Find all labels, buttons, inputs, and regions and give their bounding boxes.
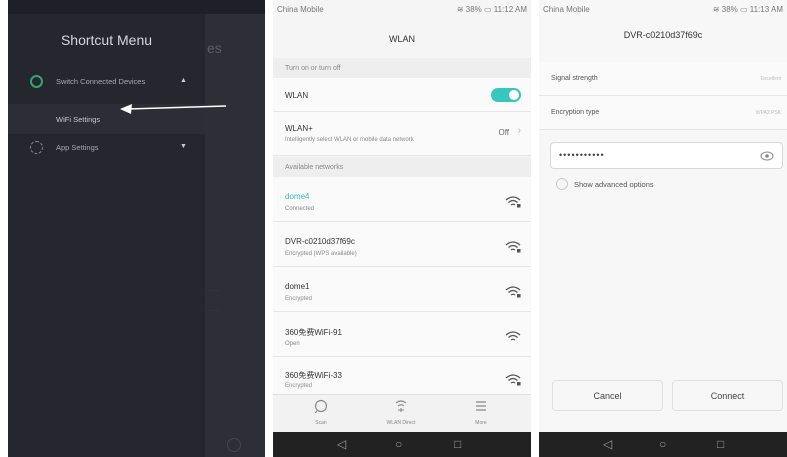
wlan-plus-row[interactable]: WLAN+ Intelligently select WLAN or mobil… xyxy=(273,112,531,156)
network-name: dome4 xyxy=(285,192,310,201)
network-status: Encrypted xyxy=(285,383,313,389)
scan-button[interactable]: Scan xyxy=(291,399,351,426)
menu-item-label: WiFi Settings xyxy=(56,115,101,124)
wifi-status-icon: ≋ xyxy=(712,5,722,14)
page-title: WLAN xyxy=(388,34,415,44)
tab-label: More xyxy=(475,420,487,426)
carrier-label: China Mobile xyxy=(277,5,324,14)
wifi-locked-icon xyxy=(505,286,521,298)
network-row[interactable]: DVR-c0210d37f69c Encrypted (WPS availabl… xyxy=(273,222,531,267)
network-name: 360免费WiFi-33 xyxy=(285,371,342,380)
wifi-locked-icon xyxy=(505,241,521,253)
battery-percent: 38% xyxy=(721,5,738,14)
battery-icon: ▭ xyxy=(484,5,494,14)
menu-icon xyxy=(476,401,486,411)
encryption-type-label: Encryption type xyxy=(551,109,600,116)
network-row[interactable]: 360免费WiFi-33 Encrypted xyxy=(273,357,531,395)
home-icon[interactable]: ○ xyxy=(395,438,402,450)
network-row[interactable]: dome4 Connected xyxy=(273,177,531,222)
gear-icon xyxy=(30,141,43,154)
system-nav-bar: ◁ ○ □ xyxy=(539,432,787,457)
battery-icon: ▭ xyxy=(740,5,750,14)
scan-icon xyxy=(314,399,328,414)
section-header-toggle: Turn on or turn off xyxy=(273,58,531,78)
recents-icon[interactable]: □ xyxy=(717,438,724,450)
network-name: DVR-c0210d37f69c xyxy=(285,237,355,246)
signal-strength-row: Signal strength Excellent xyxy=(539,62,787,96)
wlan-direct-icon xyxy=(395,400,407,412)
navigation-drawer: Shortcut Menu Switch Connected Devices ▲… xyxy=(8,14,205,457)
encryption-type-value: WPA2 PSK xyxy=(755,110,781,116)
shortcut-menu-screen: es ······ ······ Shortcut Menu Switch Co… xyxy=(8,0,265,457)
background-ghost-line: ······ xyxy=(207,308,219,314)
network-status: Open xyxy=(285,341,300,347)
menu-item-app-settings[interactable]: App Settings ▼ xyxy=(8,134,205,162)
network-status: Encrypted xyxy=(285,296,313,302)
wlan-screen: China Mobile ≋ 38% ▭ 11:12 AM WLAN Turn … xyxy=(273,0,531,457)
carrier-label: China Mobile xyxy=(543,5,590,14)
wifi-locked-icon xyxy=(505,374,521,386)
advanced-options-checkbox[interactable] xyxy=(556,178,568,190)
menu-item-label: Switch Connected Devices xyxy=(56,77,146,86)
password-value: ••••••••••• xyxy=(559,150,605,160)
network-name: dome1 xyxy=(285,282,310,291)
wifi-icon xyxy=(505,331,521,341)
cancel-button[interactable]: Cancel xyxy=(552,380,663,411)
dimmed-background[interactable]: es ······ ······ xyxy=(205,14,265,457)
section-header-networks: Available networks xyxy=(273,157,531,177)
chevron-up-icon: ▲ xyxy=(180,77,187,84)
wlan-plus-label: WLAN+ xyxy=(285,124,313,133)
network-status: Encrypted (WPS available) xyxy=(285,251,357,257)
network-row[interactable]: 360免费WiFi-91 Open xyxy=(273,312,531,357)
battery-percent: 38% xyxy=(465,5,482,14)
home-icon[interactable]: ○ xyxy=(659,438,666,450)
more-button[interactable]: More xyxy=(451,399,511,426)
wlan-label: WLAN xyxy=(285,91,309,100)
network-row[interactable]: dome1 Encrypted xyxy=(273,267,531,312)
pointer-arrow xyxy=(120,104,227,114)
clock: 11:12 AM xyxy=(493,5,527,14)
menu-item-label: App Settings xyxy=(56,143,99,152)
connect-button[interactable]: Connect xyxy=(672,380,783,411)
eye-icon[interactable] xyxy=(760,150,774,162)
status-right: ≋ 38% ▭ 11:13 AM xyxy=(713,5,783,14)
background-ghost-line: ······ xyxy=(207,288,219,294)
recents-icon[interactable]: □ xyxy=(454,438,461,450)
home-button[interactable] xyxy=(227,438,241,452)
back-icon[interactable]: ◁ xyxy=(603,438,612,450)
status-bar: China Mobile ≋ 38% ▭ 11:12 AM xyxy=(273,0,531,18)
back-icon[interactable]: ◁ xyxy=(337,438,346,450)
device-icon xyxy=(30,75,43,88)
password-field[interactable]: ••••••••••• xyxy=(550,142,783,169)
wifi-locked-icon xyxy=(505,196,521,208)
menu-item-switch-devices[interactable]: Switch Connected Devices ▲ xyxy=(8,68,205,96)
network-status: Connected xyxy=(285,206,315,212)
status-right: ≋ 38% ▭ 11:12 AM xyxy=(457,5,527,14)
clock: 11:13 AM xyxy=(749,5,783,14)
tab-label: Scan xyxy=(315,420,327,426)
wlan-toggle-row[interactable]: WLAN xyxy=(273,78,531,112)
chevron-right-icon: › xyxy=(517,125,521,136)
bottom-toolbar: Scan WLAN Direct More xyxy=(273,394,531,432)
chevron-down-icon: ▼ xyxy=(180,143,187,150)
wifi-status-icon: ≋ xyxy=(456,5,466,14)
wlan-plus-value: Off xyxy=(498,128,509,137)
advanced-options-label: Show advanced options xyxy=(574,180,654,189)
wlan-direct-button[interactable]: WLAN Direct xyxy=(371,399,431,426)
page-title: DVR-c0210d37f69c xyxy=(623,30,703,40)
wlan-plus-description: Intelligently select WLAN or mobile data… xyxy=(285,137,414,143)
signal-strength-label: Signal strength xyxy=(551,75,598,82)
menu-title: Shortcut Menu xyxy=(60,32,153,48)
network-detail-screen: China Mobile ≋ 38% ▭ 11:13 AM DVR-c0210d… xyxy=(539,0,787,457)
encryption-type-row: Encryption type WPA2 PSK xyxy=(539,96,787,130)
tab-label: WLAN Direct xyxy=(386,420,416,426)
signal-strength-value: Excellent xyxy=(760,76,781,82)
background-ghost-text: es xyxy=(207,40,222,56)
wlan-switch[interactable] xyxy=(491,88,521,102)
network-name: 360免费WiFi-91 xyxy=(285,328,342,337)
system-nav-bar: ◁ ○ □ xyxy=(273,432,531,457)
